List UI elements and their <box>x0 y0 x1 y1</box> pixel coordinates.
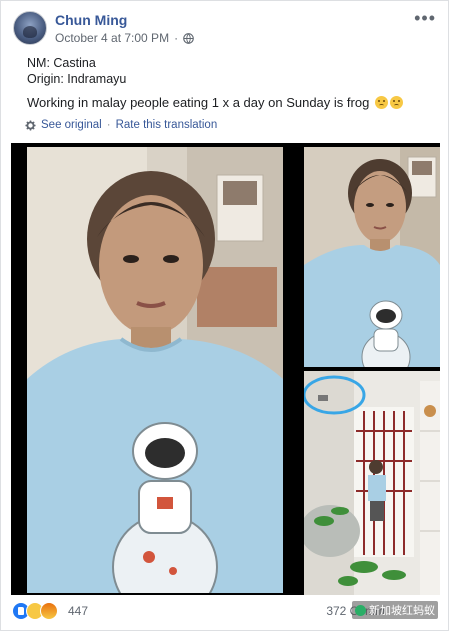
angry-icon <box>40 602 58 620</box>
photo-grid <box>11 143 440 595</box>
wechat-icon <box>355 604 366 616</box>
photo-top-right-image <box>304 147 440 367</box>
avatar[interactable] <box>13 11 47 45</box>
photo-top-right[interactable] <box>304 147 440 367</box>
reaction-icons <box>12 602 58 620</box>
translation-bar: See original · Rate this translation <box>25 119 217 131</box>
globe-icon <box>183 32 194 44</box>
photo-main-image <box>27 147 283 593</box>
reaction-summary[interactable]: 447 <box>12 602 88 620</box>
photo-main[interactable] <box>27 147 283 593</box>
post-line-message: Working in malay people eating 1 x a day… <box>27 95 403 111</box>
translation-separator: · <box>106 119 111 131</box>
photo-bottom-right[interactable] <box>304 371 440 595</box>
watermark: 新加坡红蚂蚁 <box>352 601 438 619</box>
more-options-icon[interactable]: ••• <box>414 9 436 27</box>
author-name[interactable]: Chun Ming <box>55 12 127 28</box>
facebook-post: Chun Ming October 4 at 7:00 PM · ••• NM:… <box>0 0 449 631</box>
see-original-link[interactable]: See original <box>41 119 102 131</box>
sad-emoji-icon <box>374 96 388 109</box>
post-timestamp[interactable]: October 4 at 7:00 PM <box>55 31 169 45</box>
post-message-text: Working in malay people eating 1 x a day… <box>27 95 370 110</box>
reaction-count: 447 <box>68 604 89 618</box>
post-line-name: NM: Castina <box>27 56 96 70</box>
gear-icon <box>25 119 36 131</box>
photo-bottom-right-image <box>304 371 440 595</box>
post-meta: October 4 at 7:00 PM · <box>55 31 194 45</box>
sad-emoji-icon <box>389 96 403 109</box>
post-line-origin: Origin: Indramayu <box>27 72 127 86</box>
meta-separator: · <box>174 31 179 45</box>
watermark-text: 新加坡红蚂蚁 <box>369 605 435 617</box>
rate-translation-link[interactable]: Rate this translation <box>116 119 218 131</box>
